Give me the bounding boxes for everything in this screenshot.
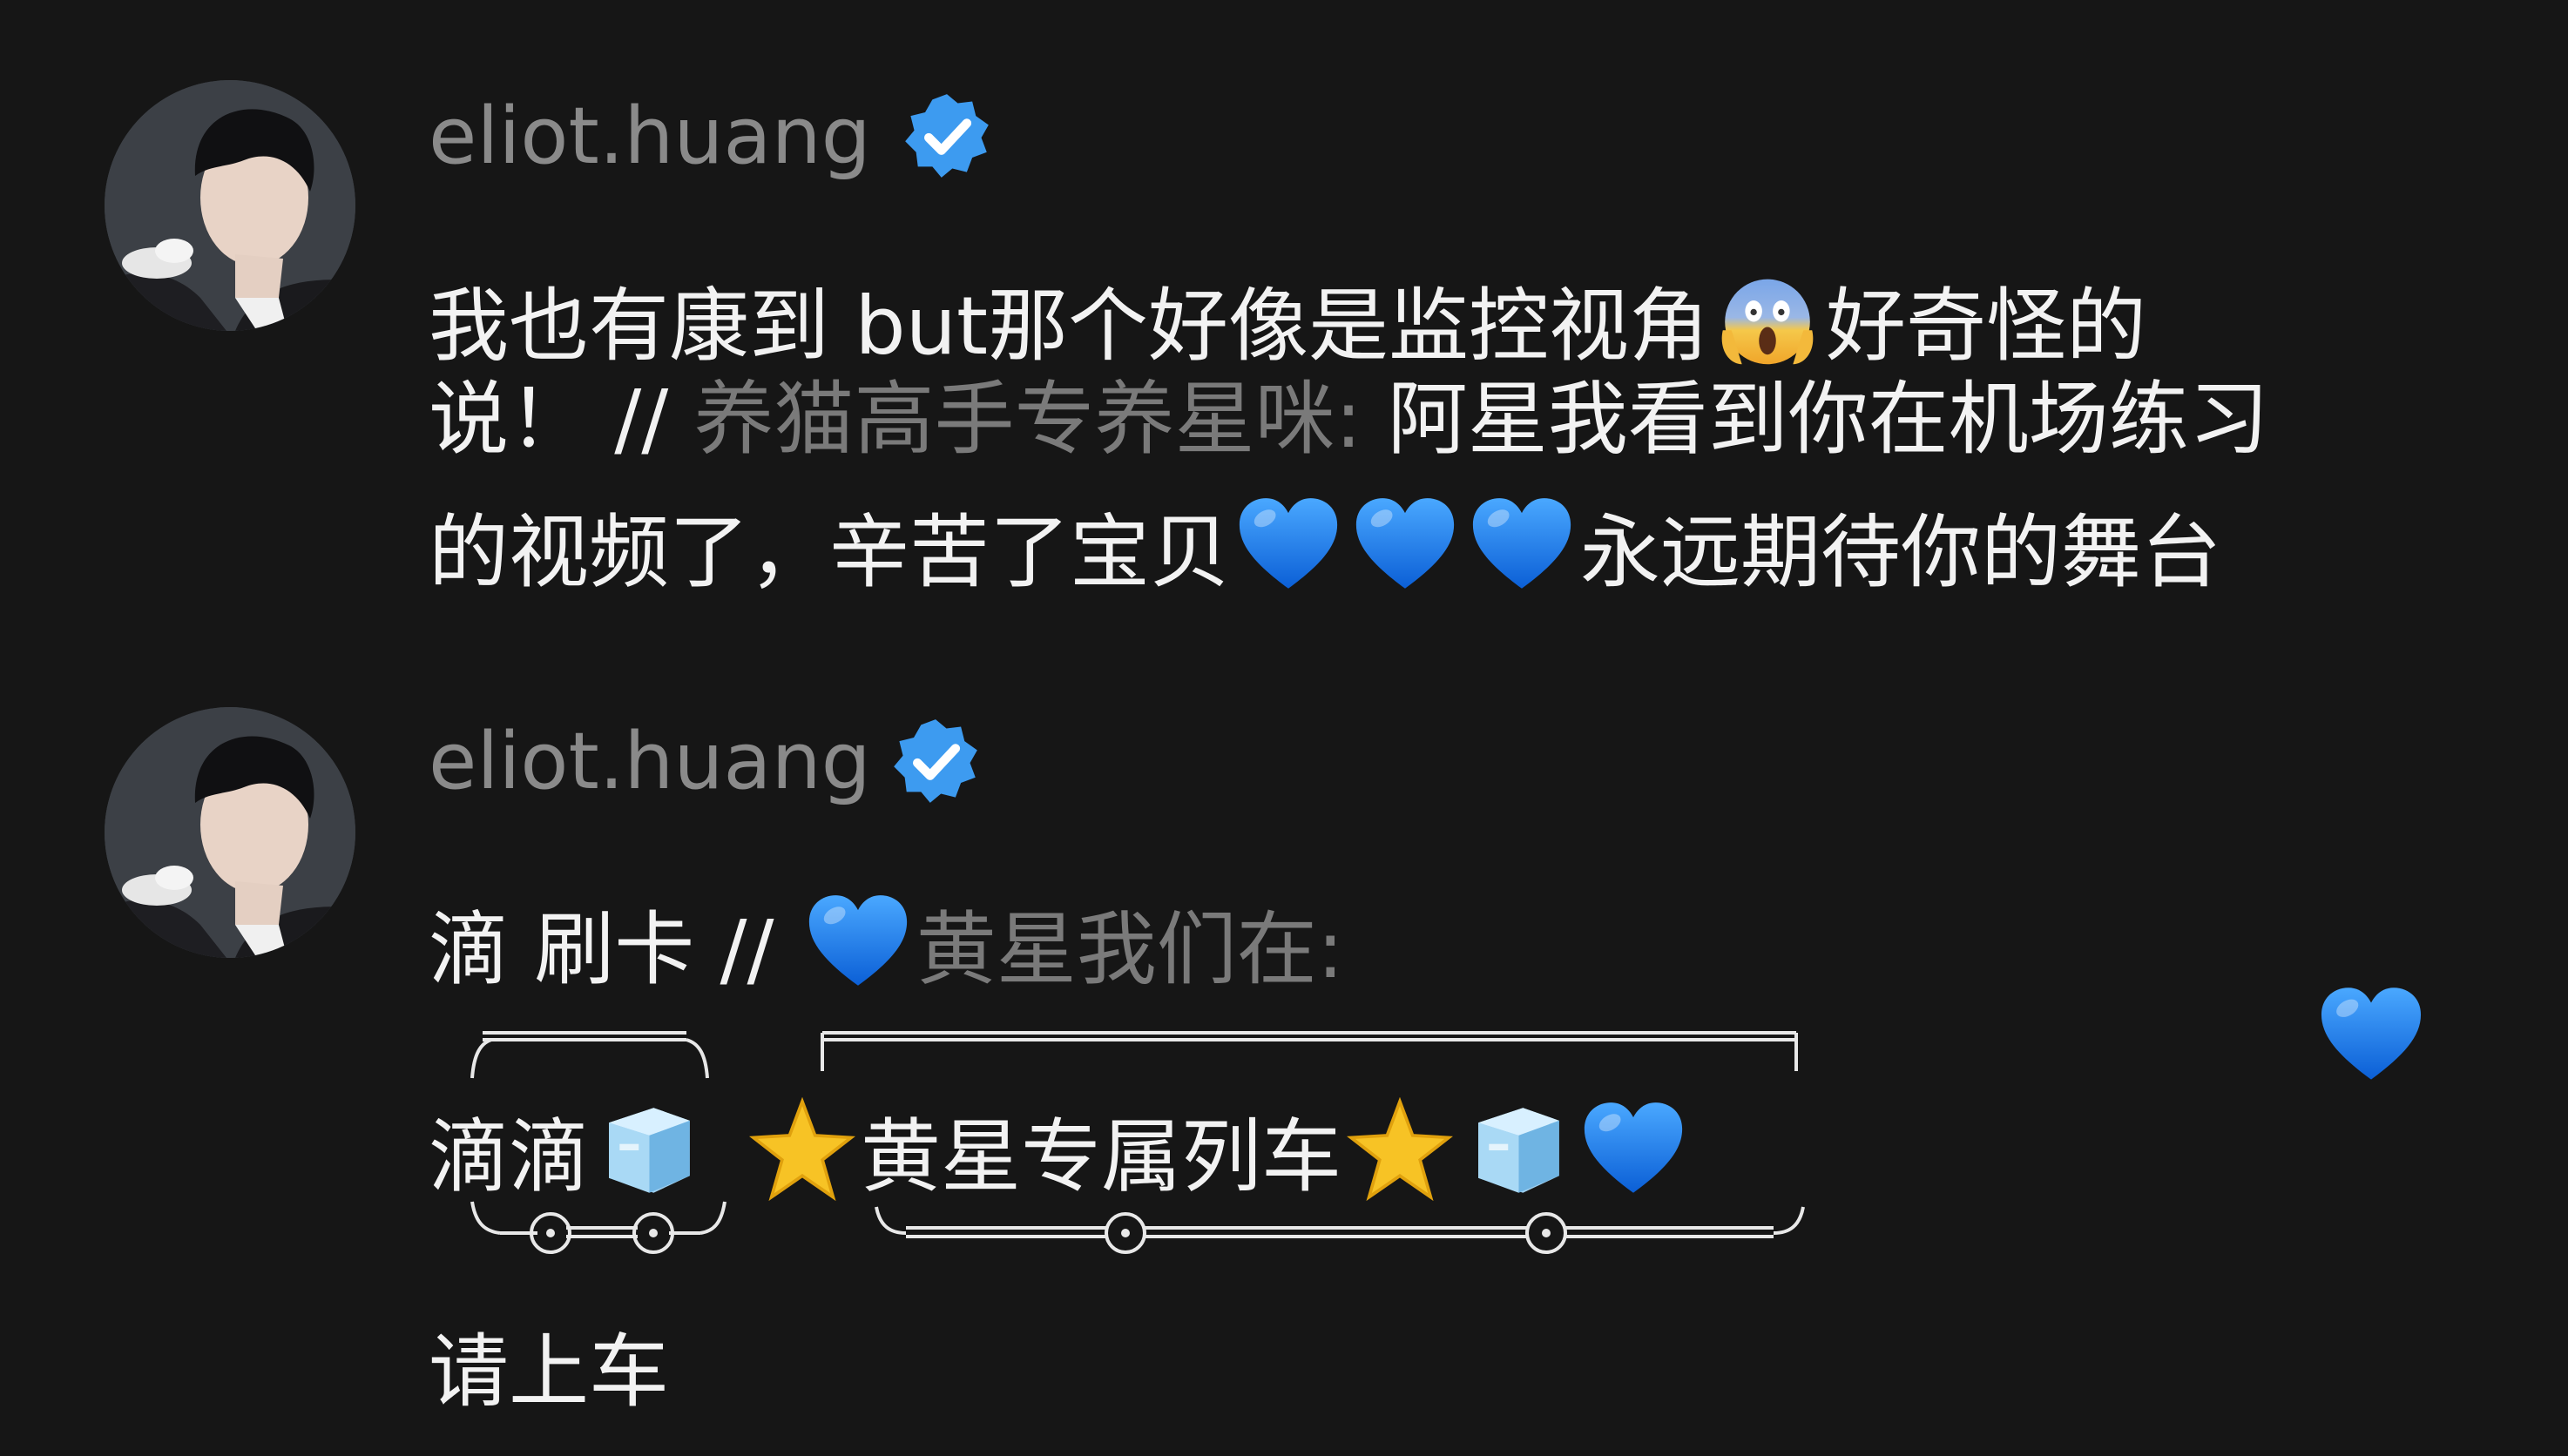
verified-badge-icon [902, 91, 992, 181]
blue-heart-emoji [1469, 493, 1575, 599]
username[interactable]: eliot.huang [429, 723, 871, 801]
user-avatar[interactable] [105, 707, 355, 958]
comment-text: 我也有康到 but那个好像是监控视角 [429, 280, 1710, 373]
blue-heart-emoji [2317, 982, 2425, 1090]
star-emoji [1347, 1097, 1453, 1203]
comment-text-line: 请上车 [429, 1332, 669, 1412]
comment-text-line: 我也有康到 but那个好像是监控视角 好奇怪的 [429, 266, 2146, 373]
user-avatar[interactable] [105, 80, 355, 331]
comment-text-line: 滴 刷卡 // 黄星我们在: [429, 890, 1344, 996]
comment-text: 阿星我看到你在机场练习 [1362, 373, 2269, 466]
train-cars-row: 滴滴 黄星专属列车 [429, 1097, 1692, 1203]
quoted-user-link[interactable]: 养猫高手专养星咪: [693, 373, 1362, 466]
username[interactable]: eliot.huang [429, 98, 871, 176]
quoted-user-link[interactable]: 黄星我们在: [916, 903, 1344, 996]
comment-text: 好奇怪的 [1826, 280, 2147, 373]
comment-text-line: 的视频了，辛苦了宝贝 永远期待你的舞台 [429, 493, 2221, 599]
train-art: 滴滴 黄星专属列车 [429, 1028, 1814, 1306]
comment-text-line: 说！ // 养猫高手专养星咪: 阿星我看到你在机场练习 [429, 380, 2269, 460]
ice-cube-emoji [594, 1097, 700, 1203]
comment-text: 的视频了，辛苦了宝贝 [429, 506, 1231, 599]
ice-cube-emoji [1463, 1097, 1570, 1203]
comment-text: 永远期待你的舞台 [1580, 506, 2222, 599]
blue-heart-emoji [1235, 493, 1341, 599]
verified-badge-icon [890, 716, 981, 806]
comment-text: 滴 刷卡 // [429, 903, 800, 996]
screaming-face-emoji [1714, 266, 1821, 373]
train-car-label: 黄星专属列车 [861, 1110, 1342, 1203]
comment-feed: eliot.huang 我也有康到 but那个好像是监控视角 好奇怪的 说！ //… [0, 0, 2568, 1456]
comment-text: 说！ // [429, 373, 694, 466]
star-emoji [749, 1097, 855, 1203]
blue-heart-emoji [1352, 493, 1458, 599]
blue-heart-emoji [805, 890, 911, 996]
train-car-label: 滴滴 [429, 1110, 590, 1203]
comment-text: 请上车 [429, 1325, 670, 1419]
blue-heart-emoji [1580, 1097, 1686, 1203]
